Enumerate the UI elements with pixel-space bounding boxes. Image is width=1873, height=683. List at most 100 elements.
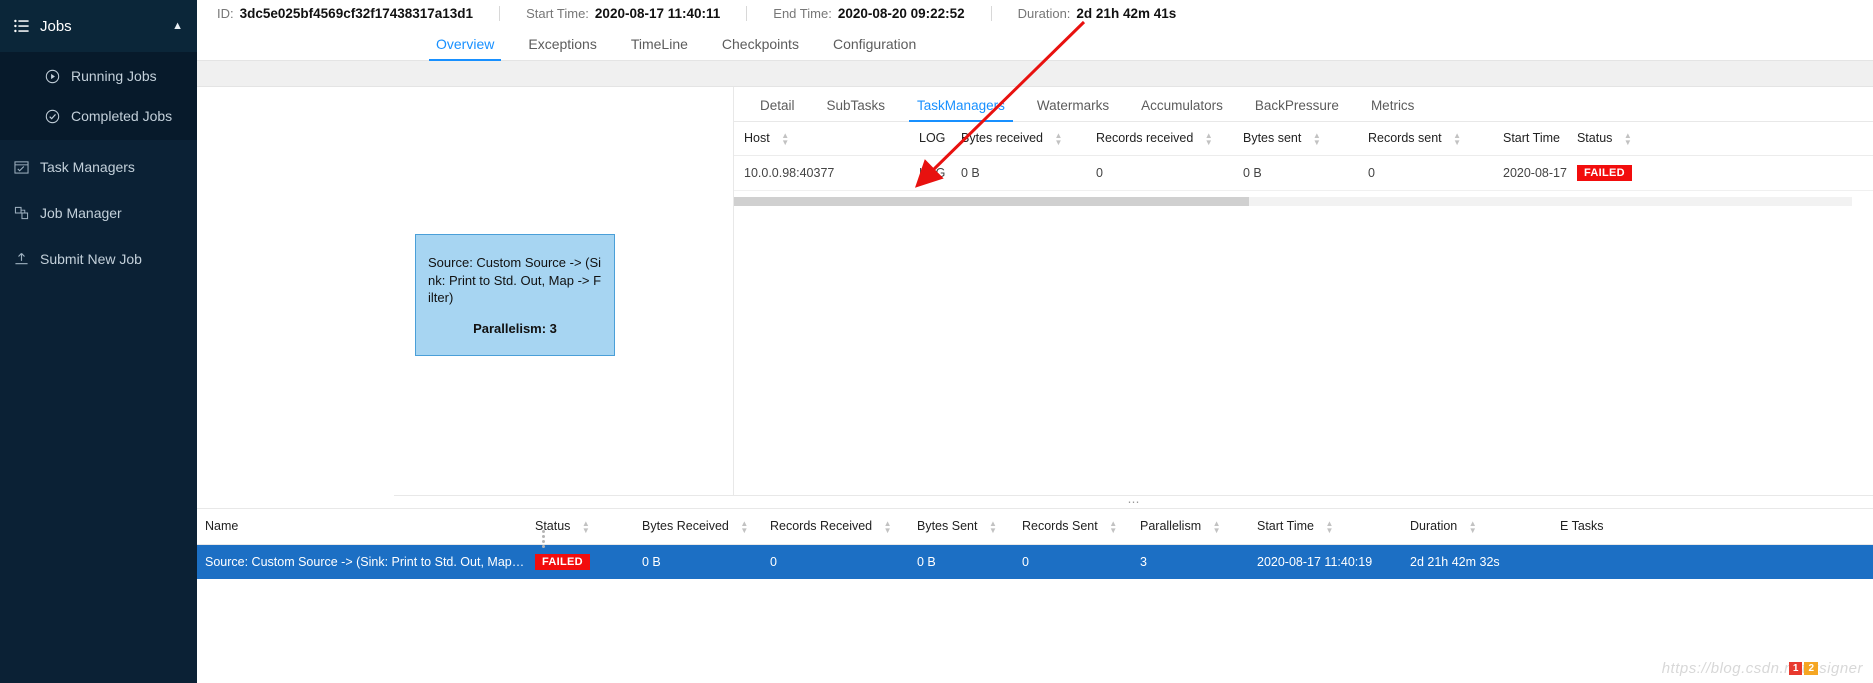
tab-accumulators[interactable]: Accumulators xyxy=(1125,98,1239,122)
sort-icon[interactable]: ▲ ▼ xyxy=(884,519,893,534)
log-link[interactable]: LOG xyxy=(909,155,951,191)
tab-subtasks[interactable]: SubTasks xyxy=(811,98,902,122)
sort-icon[interactable]: ▲ ▼ xyxy=(1453,131,1462,146)
col-start-time[interactable]: Start Time xyxy=(1493,122,1567,156)
job-graph-node[interactable]: Source: Custom Source -> (Sink: Print to… xyxy=(415,234,615,356)
tab-configuration[interactable]: Configuration xyxy=(816,37,933,60)
main-content: ID: 3dc5e025bf4569cf32f17438317a13d1 Sta… xyxy=(197,0,1873,683)
table-header-row: Host ▲ ▼ LOG Bytes received ▲ ▼ Records … xyxy=(734,122,1873,156)
sidebar-divider xyxy=(0,140,197,141)
job-graph-node-title: Source: Custom Source -> (Sink: Print to… xyxy=(428,255,602,306)
sort-icon[interactable]: ▲ ▼ xyxy=(1469,519,1478,534)
duration-value: 2d 21h 42m 41s xyxy=(1076,6,1177,21)
tab-exceptions[interactable]: Exceptions xyxy=(511,37,613,60)
col-duration[interactable]: Duration ▲ ▼ xyxy=(1402,508,1552,545)
sidebar-group-jobs[interactable]: Jobs ▲ xyxy=(0,0,197,52)
sort-icon[interactable]: ▲ ▼ xyxy=(989,519,998,534)
task-manager-icon xyxy=(14,160,40,174)
col-log[interactable]: LOG xyxy=(909,122,951,156)
sort-icon[interactable]: ▲ ▼ xyxy=(1054,131,1063,146)
sidebar-subitems: Running Jobs Completed Jobs xyxy=(0,52,197,140)
sort-icon[interactable]: ▲ ▼ xyxy=(1213,519,1222,534)
tab-detail[interactable]: Detail xyxy=(744,98,811,122)
sidebar-group-label: Jobs xyxy=(40,17,72,35)
table-row[interactable]: 10.0.0.98:40377 LOG 0 B 0 0 B 0 2020-08-… xyxy=(734,155,1873,191)
sort-icon[interactable]: ▲ ▼ xyxy=(781,131,790,146)
col-records-sent[interactable]: Records Sent ▲ ▼ xyxy=(1014,508,1132,545)
sidebar-item-label: Running Jobs xyxy=(71,68,157,84)
tab-backpressure[interactable]: BackPressure xyxy=(1239,98,1355,122)
pane-splitter[interactable]: ⋯ xyxy=(394,495,1873,509)
col-status[interactable]: Status ▲ ▼ xyxy=(1566,122,1873,156)
col-start-time[interactable]: Start Time ▲ ▼ xyxy=(1249,508,1402,545)
status-badge: FAILED xyxy=(535,553,590,570)
tab-taskmanagers[interactable]: TaskManagers xyxy=(901,98,1021,122)
sort-icon[interactable]: ▲ ▼ xyxy=(740,519,749,534)
tab-checkpoints[interactable]: Checkpoints xyxy=(705,37,816,60)
col-bytes-received[interactable]: Bytes Received ▲ ▼ xyxy=(634,508,762,545)
divider xyxy=(990,6,992,21)
col-tasks[interactable]: E Tasks xyxy=(1552,508,1873,545)
divider xyxy=(499,6,501,21)
cell-start-time: 2020-08-17 xyxy=(1493,155,1567,191)
col-bytes-sent[interactable]: Bytes Sent ▲ ▼ xyxy=(909,508,1014,545)
start-time-label: Start Time: xyxy=(526,6,589,21)
cell-tasks xyxy=(1552,544,1873,579)
cell-host: 10.0.0.98:40377 xyxy=(734,155,909,191)
start-time-value: 2020-08-17 11:40:11 xyxy=(594,6,721,21)
job-header: ID: 3dc5e025bf4569cf32f17438317a13d1 Sta… xyxy=(197,0,1873,27)
table-row[interactable]: Source: Custom Source -> (Sink: Print to… xyxy=(197,544,1873,579)
job-id-value: 3dc5e025bf4569cf32f17438317a13d1 xyxy=(239,6,474,21)
cell-bytes-received: 0 B xyxy=(642,554,661,569)
sort-icon[interactable]: ▲ ▼ xyxy=(1624,131,1633,146)
sidebar-item-completed-jobs[interactable]: Completed Jobs xyxy=(0,96,197,136)
col-records-received[interactable]: Records received ▲ ▼ xyxy=(1086,122,1233,156)
sidebar-item-label: Task Managers xyxy=(40,159,135,175)
sort-icon[interactable]: ▲ ▼ xyxy=(582,519,591,534)
job-manager-icon xyxy=(14,206,40,220)
sidebar-item-label: Submit New Job xyxy=(40,251,142,267)
sidebar-item-task-managers[interactable]: Task Managers xyxy=(0,147,197,187)
col-parallelism[interactable]: Parallelism ▲ ▼ xyxy=(1132,508,1249,545)
sidebar-item-submit-new-job[interactable]: Submit New Job xyxy=(0,239,197,279)
column-drag-handle[interactable] xyxy=(540,530,547,548)
tab-metrics[interactable]: Metrics xyxy=(1355,98,1431,122)
horizontal-scrollbar-thumb[interactable] xyxy=(734,197,1249,206)
col-records-sent[interactable]: Records sent ▲ ▼ xyxy=(1358,122,1493,156)
col-name[interactable]: Name xyxy=(197,508,527,545)
work-area: Source: Custom Source -> (Sink: Print to… xyxy=(197,87,1873,503)
job-graph-pane[interactable]: Source: Custom Source -> (Sink: Print to… xyxy=(197,87,734,503)
cell-records-sent: 0 xyxy=(1358,155,1493,191)
col-bytes-received[interactable]: Bytes received ▲ ▼ xyxy=(951,122,1086,156)
col-records-received[interactable]: Records Received ▲ ▼ xyxy=(762,508,909,545)
job-duration: Duration: 2d 21h 42m 41s xyxy=(1018,6,1203,21)
job-id-label: ID: xyxy=(217,6,234,21)
watermark-badges: 1 2 xyxy=(1788,662,1818,675)
taskmanagers-table: Host ▲ ▼ LOG Bytes received ▲ ▼ Records … xyxy=(734,122,1873,191)
sidebar-item-running-jobs[interactable]: Running Jobs xyxy=(0,56,197,96)
col-host[interactable]: Host ▲ ▼ xyxy=(734,122,909,156)
tab-watermarks[interactable]: Watermarks xyxy=(1021,98,1125,122)
sidebar-item-label: Job Manager xyxy=(40,205,122,221)
cell-start-time: 2020-08-17 11:40:19 xyxy=(1257,554,1373,569)
cell-parallelism: 3 xyxy=(1140,554,1147,569)
sort-icon[interactable]: ▲ ▼ xyxy=(1313,131,1322,146)
sort-icon[interactable]: ▲ ▼ xyxy=(1205,131,1214,146)
cell-bytes-sent: 0 B xyxy=(917,554,936,569)
badge-orange: 2 xyxy=(1804,662,1818,675)
detail-tabs: Detail SubTasks TaskManagers Watermarks … xyxy=(734,87,1873,122)
cell-bytes-received: 0 B xyxy=(951,155,1086,191)
sidebar-item-label: Completed Jobs xyxy=(71,108,173,124)
sort-icon[interactable]: ▲ ▼ xyxy=(1325,519,1334,534)
sidebar-item-job-manager[interactable]: Job Manager xyxy=(0,193,197,233)
duration-label: Duration: xyxy=(1017,6,1071,21)
sort-icon[interactable]: ▲ ▼ xyxy=(1109,519,1118,534)
end-time-label: End Time: xyxy=(773,6,832,21)
status-badge: FAILED xyxy=(1576,164,1632,181)
cell-status: FAILED xyxy=(527,544,634,579)
cell-records-received: 0 xyxy=(770,554,777,569)
col-bytes-sent[interactable]: Bytes sent ▲ ▼ xyxy=(1233,122,1358,156)
tab-timeline[interactable]: TimeLine xyxy=(614,37,705,60)
chevron-up-icon[interactable]: ▲ xyxy=(172,20,183,32)
tab-overview[interactable]: Overview xyxy=(419,37,511,61)
